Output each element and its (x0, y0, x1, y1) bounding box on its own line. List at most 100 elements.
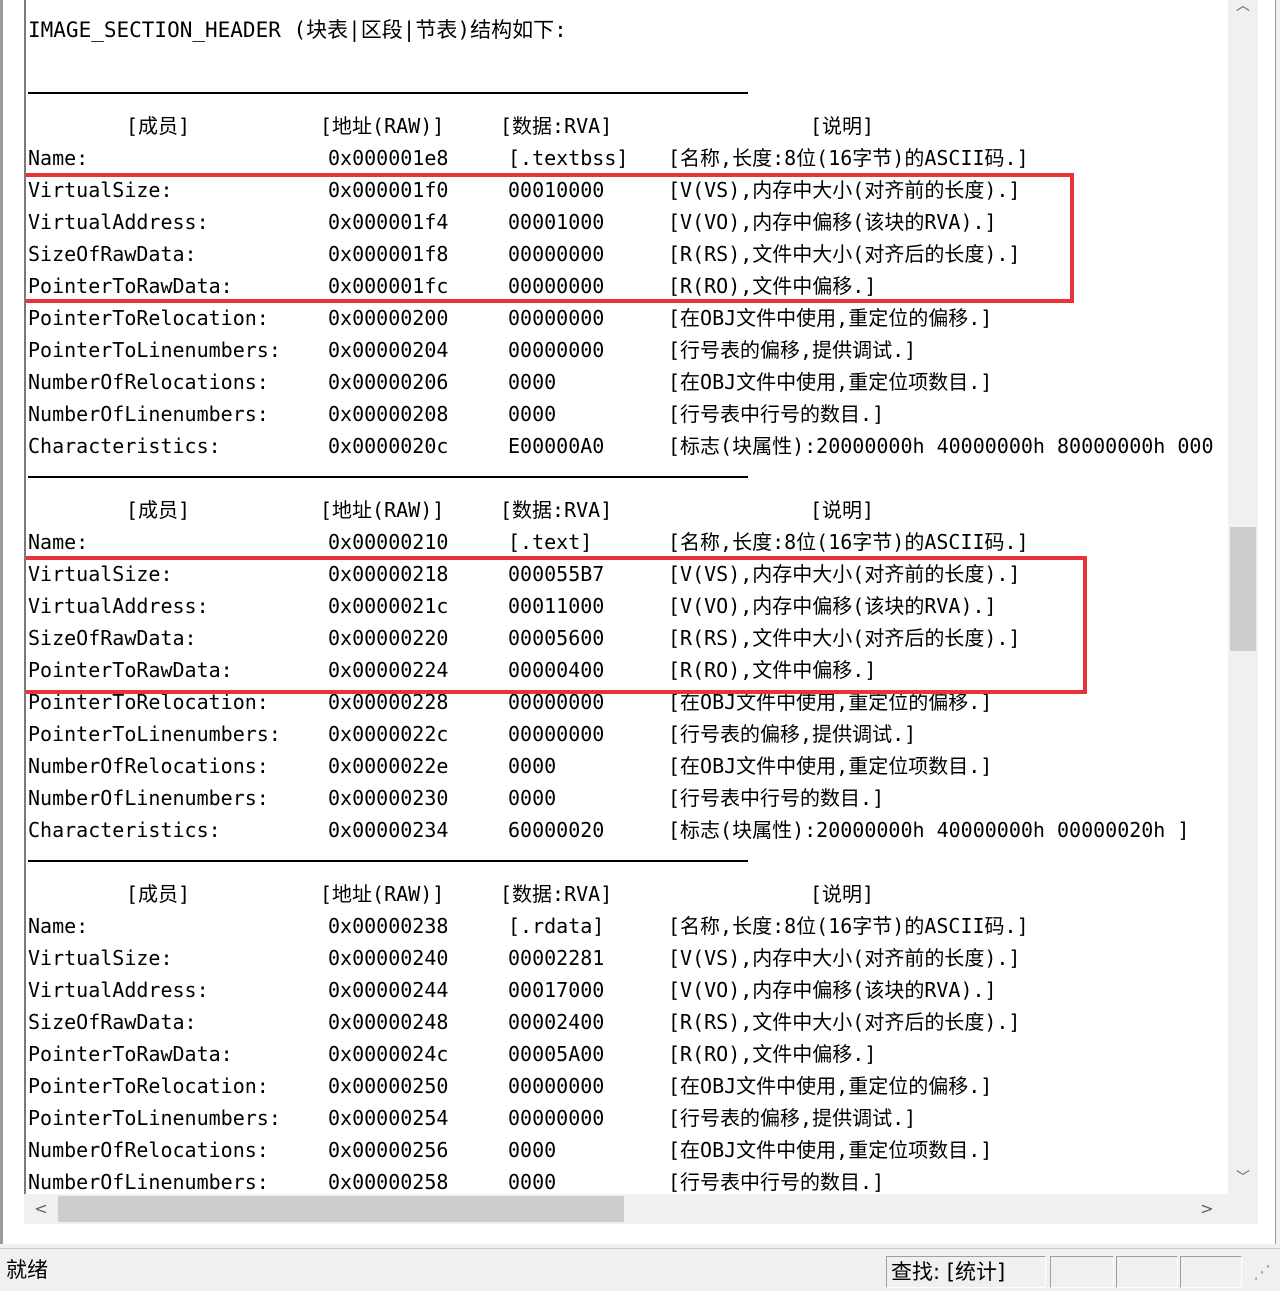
horizontal-scroll-thumb[interactable] (58, 1196, 624, 1222)
section-divider (28, 476, 748, 478)
field-description: [R(RS),文件中大小(对齐后的长度).] (668, 626, 1021, 650)
field-address: 0x00000218 (328, 562, 449, 586)
field-description: [名称,长度:8位(16字节)的ASCII码.] (668, 530, 1029, 554)
column-header-address: [地址(RAW)] (320, 114, 445, 138)
table-row: NumberOfRelocations: 0x00000206 0000 [在OBJ文… (28, 366, 1228, 398)
status-ready-text: 就绪 (6, 1258, 48, 1282)
field-data: 60000020 (508, 818, 605, 842)
field-description: [V(VO),内存中偏移(该块的RVA).] (668, 594, 997, 618)
scroll-down-icon[interactable]: ﹀ (1228, 1166, 1258, 1190)
resize-grip-icon[interactable]: ⋰ (1248, 1259, 1276, 1287)
field-description: [在OBJ文件中使用,重定位的偏移.] (668, 690, 993, 714)
field-member: Characteristics: (28, 434, 221, 458)
scroll-right-icon[interactable]: > (1192, 1194, 1222, 1224)
field-member: NumberOfRelocations: (28, 754, 269, 778)
column-header-data: [数据:RVA] (500, 882, 613, 906)
field-data: 00011000 (508, 594, 605, 618)
column-header-member: [成员] (126, 114, 191, 138)
field-address: 0x00000254 (328, 1106, 449, 1130)
field-member: PointerToRelocation: (28, 306, 269, 330)
field-description: [R(RO),文件中偏移.] (668, 274, 877, 298)
field-address: 0x00000210 (328, 530, 449, 554)
table-row: PointerToRelocation: 0x00000200 00000000 [在… (28, 302, 1228, 334)
table-row: PointerToLinenumbers: 0x00000204 00000000 [… (28, 334, 1228, 366)
field-data: 0000 (508, 402, 557, 426)
field-data: 0000 (508, 786, 557, 810)
field-member: SizeOfRawData: (28, 1010, 197, 1034)
table-row: VirtualAddress: 0x00000244 00017000 [V(VO),… (28, 974, 1228, 1006)
field-member: VirtualAddress: (28, 594, 209, 618)
column-header-member: [成员] (126, 882, 191, 906)
field-address: 0x00000208 (328, 402, 449, 426)
scroll-left-icon[interactable]: < (26, 1194, 56, 1224)
table-row: Name: 0x00000238 [.rdata] [名称,长度:8位(16字节)的A… (28, 910, 1228, 942)
table-row: SizeOfRawData: 0x00000248 00002400 [R(RS),文… (28, 1006, 1228, 1038)
field-description: [在OBJ文件中使用,重定位项数目.] (668, 1138, 993, 1162)
table-row: VirtualAddress: 0x0000021c 00011000 [V(VO),… (28, 590, 1228, 622)
field-description: [名称,长度:8位(16字节)的ASCII码.] (668, 914, 1029, 938)
table-row: NumberOfLinenumbers: 0x00000258 0000 [行号表中行… (28, 1166, 1228, 1194)
field-member: Name: (28, 530, 89, 554)
table-row: NumberOfRelocations: 0x0000022e 0000 [在OBJ文… (28, 750, 1228, 782)
text-view[interactable]: IMAGE_SECTION_HEADER (块表|区段|节表)结构如下: [成员… (24, 0, 1228, 1194)
field-data: 0000 (508, 370, 557, 394)
field-member: VirtualAddress: (28, 210, 209, 234)
section-header-row: [成员] [地址(RAW)] [数据:RVA] [说明] (28, 494, 1228, 526)
field-description: [在OBJ文件中使用,重定位项数目.] (668, 370, 993, 394)
column-header-desc: [说明] (810, 882, 875, 906)
horizontal-scrollbar[interactable]: < > (24, 1194, 1228, 1224)
field-data: 00000000 (508, 690, 605, 714)
field-description: [V(VO),内存中偏移(该块的RVA).] (668, 978, 997, 1002)
field-address: 0x00000258 (328, 1170, 449, 1194)
field-address: 0x0000024c (328, 1042, 449, 1066)
field-data: 00002400 (508, 1010, 605, 1034)
table-row: PointerToRawData: 0x0000024c 00005A00 [R(RO… (28, 1038, 1228, 1070)
field-member: Characteristics: (28, 818, 221, 842)
field-description: [R(RS),文件中大小(对齐后的长度).] (668, 242, 1021, 266)
field-member: NumberOfRelocations: (28, 370, 269, 394)
scroll-up-icon[interactable]: ︿ (1228, 0, 1258, 18)
field-data: 00001000 (508, 210, 605, 234)
field-address: 0x000001f8 (328, 242, 449, 266)
main-window: IMAGE_SECTION_HEADER (块表|区段|节表)结构如下: [成员… (0, 0, 1276, 1244)
table-row: NumberOfLinenumbers: 0x00000230 0000 [行号表中行… (28, 782, 1228, 814)
field-member: NumberOfLinenumbers: (28, 786, 269, 810)
field-member: VirtualAddress: (28, 978, 209, 1002)
field-member: SizeOfRawData: (28, 242, 197, 266)
field-member: VirtualSize: (28, 562, 173, 586)
field-address: 0x00000238 (328, 914, 449, 938)
table-row: VirtualSize: 0x000001f0 00010000 [V(VS),内存中… (28, 174, 1228, 206)
field-data: [.textbss] (508, 146, 629, 170)
field-address: 0x00000256 (328, 1138, 449, 1162)
field-description: [行号表中行号的数目.] (668, 1170, 885, 1194)
field-description: [在OBJ文件中使用,重定位的偏移.] (668, 306, 993, 330)
table-row: PointerToRawData: 0x000001fc 00000000 [R(RO… (28, 270, 1228, 302)
field-description: [行号表的偏移,提供调试.] (668, 1106, 917, 1130)
column-header-data: [数据:RVA] (500, 114, 613, 138)
vertical-scrollbar[interactable]: ︿ ﹀ (1228, 0, 1258, 1194)
field-description: [V(VS),内存中大小(对齐前的长度).] (668, 946, 1021, 970)
field-address: 0x00000224 (328, 658, 449, 682)
field-data: 0000 (508, 1170, 557, 1194)
section-header-row: [成员] [地址(RAW)] [数据:RVA] [说明] (28, 110, 1228, 142)
table-row: VirtualAddress: 0x000001f4 00001000 [V(VO),… (28, 206, 1228, 238)
table-row: PointerToLinenumbers: 0x0000022c 00000000 [… (28, 718, 1228, 750)
field-member: VirtualSize: (28, 178, 173, 202)
page-title: IMAGE_SECTION_HEADER (块表|区段|节表)结构如下: (28, 18, 567, 42)
field-data: 00005600 (508, 626, 605, 650)
vertical-scroll-thumb[interactable] (1230, 527, 1256, 651)
field-address: 0x0000020c (328, 434, 449, 458)
column-header-desc: [说明] (810, 498, 875, 522)
field-member: PointerToRelocation: (28, 690, 269, 714)
field-data: 00000000 (508, 274, 605, 298)
field-description: [V(VS),内存中大小(对齐前的长度).] (668, 178, 1021, 202)
field-description: [V(VO),内存中偏移(该块的RVA).] (668, 210, 997, 234)
field-data: 00000000 (508, 242, 605, 266)
field-address: 0x000001fc (328, 274, 449, 298)
field-member: Name: (28, 914, 89, 938)
field-address: 0x000001f4 (328, 210, 449, 234)
field-description: [R(RO),文件中偏移.] (668, 658, 877, 682)
field-address: 0x00000234 (328, 818, 449, 842)
field-address: 0x0000022e (328, 754, 449, 778)
field-data: 00000000 (508, 1074, 605, 1098)
